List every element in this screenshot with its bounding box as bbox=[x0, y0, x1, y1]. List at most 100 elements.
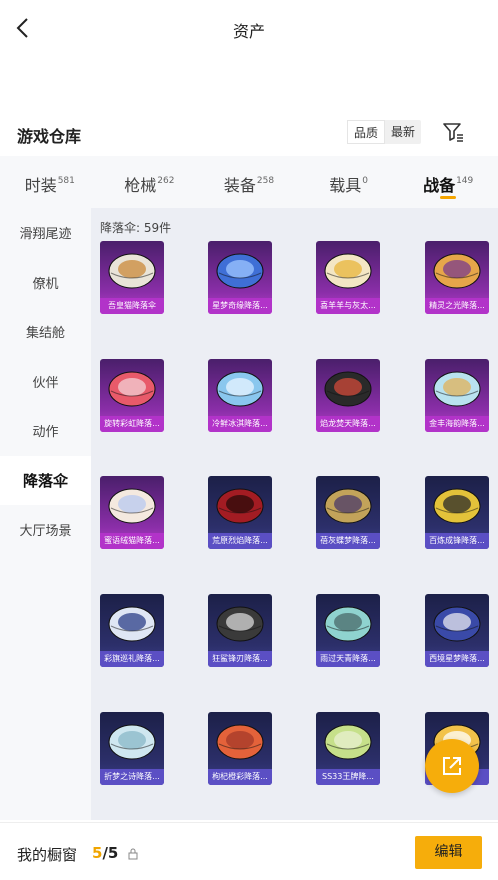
sort-quality-button[interactable]: 品质 bbox=[347, 120, 386, 144]
item-name: SS33王牌降... bbox=[316, 769, 380, 785]
parachute-icon bbox=[324, 253, 372, 289]
parachute-item-card[interactable]: 荒原烈焰降落... bbox=[208, 476, 272, 549]
showcase-total: 5 bbox=[107, 844, 119, 862]
tab-count: 581 bbox=[57, 176, 75, 186]
page-title: 资产 bbox=[232, 22, 265, 41]
bottom-bar: 我的橱窗 5/5 编辑 bbox=[0, 822, 498, 880]
item-name: 蜜语绒猫降落... bbox=[100, 533, 164, 549]
item-grid: 降落伞: 59件 吾皇猫降落伞 星梦奇缘降落... 喜羊羊与灰太... 精灵之光降落.… bbox=[91, 208, 498, 820]
parachute-item-card[interactable]: 喜羊羊与灰太... bbox=[316, 241, 380, 314]
showcase-label: 我的橱窗 bbox=[17, 846, 78, 864]
top-bar: 资产 bbox=[0, 0, 498, 58]
tab-active-indicator bbox=[440, 196, 457, 199]
item-name: 彩旗巡礼降落... bbox=[100, 651, 164, 667]
parachute-item-card[interactable]: 星梦奇缘降落... bbox=[208, 241, 272, 314]
showcase-current: 5 bbox=[92, 844, 103, 862]
parachute-item-card[interactable]: 彩旗巡礼降落... bbox=[100, 594, 164, 667]
tab-1[interactable]: 枪械262 bbox=[100, 156, 200, 208]
section-title: 游戏仓库 bbox=[17, 127, 82, 146]
item-name: 旋转彩虹降落... bbox=[100, 416, 164, 432]
item-name: 百炼成锋降落... bbox=[425, 533, 489, 549]
item-name: 西境星梦降落... bbox=[425, 651, 489, 667]
parachute-item-card[interactable]: 冷鲜冰淇降落... bbox=[208, 359, 272, 432]
sidebar-item-5[interactable]: 降落伞 bbox=[0, 455, 91, 505]
item-name: 荒原烈焰降落... bbox=[208, 533, 272, 549]
parachute-item-card[interactable]: 金丰海韵降落... bbox=[425, 359, 489, 432]
item-name: 焰龙焚天降落... bbox=[316, 416, 380, 432]
parachute-item-card[interactable]: 雨过天青降落... bbox=[316, 594, 380, 667]
sidebar-item-1[interactable]: 僚机 bbox=[0, 258, 91, 308]
parachute-item-card[interactable]: 旋转彩虹降落... bbox=[100, 359, 164, 432]
parachute-item-card[interactable]: 狂鲨锋刃降落... bbox=[208, 594, 272, 667]
parachute-icon bbox=[433, 371, 481, 407]
sidebar-item-6[interactable]: 大厅场景 bbox=[0, 505, 91, 555]
lock-icon bbox=[128, 848, 138, 860]
item-count-label: 降落伞: 59件 bbox=[100, 221, 172, 235]
parachute-icon bbox=[108, 724, 156, 760]
item-name: 吾皇猫降落伞 bbox=[100, 298, 164, 314]
tab-count: 262 bbox=[157, 176, 175, 186]
sort-latest-button[interactable]: 最新 bbox=[385, 120, 421, 144]
sidebar: 滑翔尾迹 僚机 集结舱 伙伴 动作 降落伞 大厅场景 bbox=[0, 208, 91, 820]
parachute-item-card[interactable]: 折梦之诗降落... bbox=[100, 712, 164, 785]
parachute-icon bbox=[324, 724, 372, 760]
parachute-icon bbox=[324, 371, 372, 407]
showcase-count: 5/5 bbox=[92, 844, 119, 862]
section-header: 游戏仓库 品质 最新 bbox=[0, 118, 498, 154]
parachute-icon bbox=[324, 488, 372, 524]
parachute-icon bbox=[108, 371, 156, 407]
parachute-item-card[interactable]: 精灵之光降落... bbox=[425, 241, 489, 314]
parachute-icon bbox=[216, 724, 264, 760]
sort-toggle: 品质 最新 bbox=[347, 120, 422, 144]
tab-4[interactable]: 战备149 bbox=[398, 156, 498, 208]
parachute-icon bbox=[433, 488, 481, 524]
parachute-icon bbox=[108, 606, 156, 642]
tab-count: 258 bbox=[256, 176, 275, 186]
tab-label: 战备 bbox=[423, 176, 456, 195]
item-name: 星梦奇缘降落... bbox=[208, 298, 272, 314]
external-link-icon bbox=[443, 757, 461, 775]
sidebar-item-3[interactable]: 伙伴 bbox=[0, 357, 91, 407]
sidebar-item-4[interactable]: 动作 bbox=[0, 406, 91, 456]
parachute-item-card[interactable]: 蓓灰蝶梦降落... bbox=[316, 476, 380, 549]
parachute-icon bbox=[108, 253, 156, 289]
parachute-icon bbox=[216, 488, 264, 524]
parachute-item-card[interactable]: 枸杞橙彩降落... bbox=[208, 712, 272, 785]
item-name: 蓓灰蝶梦降落... bbox=[316, 533, 380, 549]
tab-label: 装备 bbox=[223, 176, 256, 195]
item-name: 折梦之诗降落... bbox=[100, 769, 164, 785]
tab-count: 0 bbox=[362, 176, 368, 186]
parachute-icon bbox=[108, 488, 156, 524]
item-name: 金丰海韵降落... bbox=[425, 416, 489, 432]
parachute-icon bbox=[324, 606, 372, 642]
tab-label: 载具 bbox=[329, 176, 362, 195]
parachute-icon bbox=[216, 253, 264, 289]
tab-2[interactable]: 装备258 bbox=[199, 156, 299, 208]
parachute-item-card[interactable]: 焰龙焚天降落... bbox=[316, 359, 380, 432]
item-name: 精灵之光降落... bbox=[425, 298, 489, 314]
tab-3[interactable]: 载具0 bbox=[299, 156, 399, 208]
parachute-item-card[interactable]: 百炼成锋降落... bbox=[425, 476, 489, 549]
share-fab-button[interactable] bbox=[425, 739, 479, 793]
filter-icon[interactable] bbox=[441, 120, 465, 144]
item-name: 雨过天青降落... bbox=[316, 651, 380, 667]
category-tabs: 时装581 枪械262 装备258 载具0 战备149 bbox=[0, 156, 498, 208]
parachute-icon bbox=[433, 606, 481, 642]
tab-count: 149 bbox=[456, 176, 474, 186]
sidebar-item-0[interactable]: 滑翔尾迹 bbox=[0, 208, 91, 258]
parachute-item-card[interactable]: 蜜语绒猫降落... bbox=[100, 476, 164, 549]
parachute-item-card[interactable]: 西境星梦降落... bbox=[425, 594, 489, 667]
tab-label: 时装 bbox=[24, 176, 57, 195]
edit-button[interactable]: 编辑 bbox=[415, 836, 482, 869]
parachute-item-card[interactable]: SS33王牌降... bbox=[316, 712, 380, 785]
parachute-item-card[interactable]: 吾皇猫降落伞 bbox=[100, 241, 164, 314]
item-name: 冷鲜冰淇降落... bbox=[208, 416, 272, 432]
parachute-icon bbox=[433, 253, 481, 289]
item-name: 狂鲨锋刃降落... bbox=[208, 651, 272, 667]
parachute-icon bbox=[216, 371, 264, 407]
tab-label: 枪械 bbox=[124, 176, 157, 195]
tab-0[interactable]: 时装581 bbox=[0, 156, 100, 208]
item-name: 枸杞橙彩降落... bbox=[208, 769, 272, 785]
parachute-icon bbox=[216, 606, 264, 642]
sidebar-item-2[interactable]: 集结舱 bbox=[0, 307, 91, 357]
